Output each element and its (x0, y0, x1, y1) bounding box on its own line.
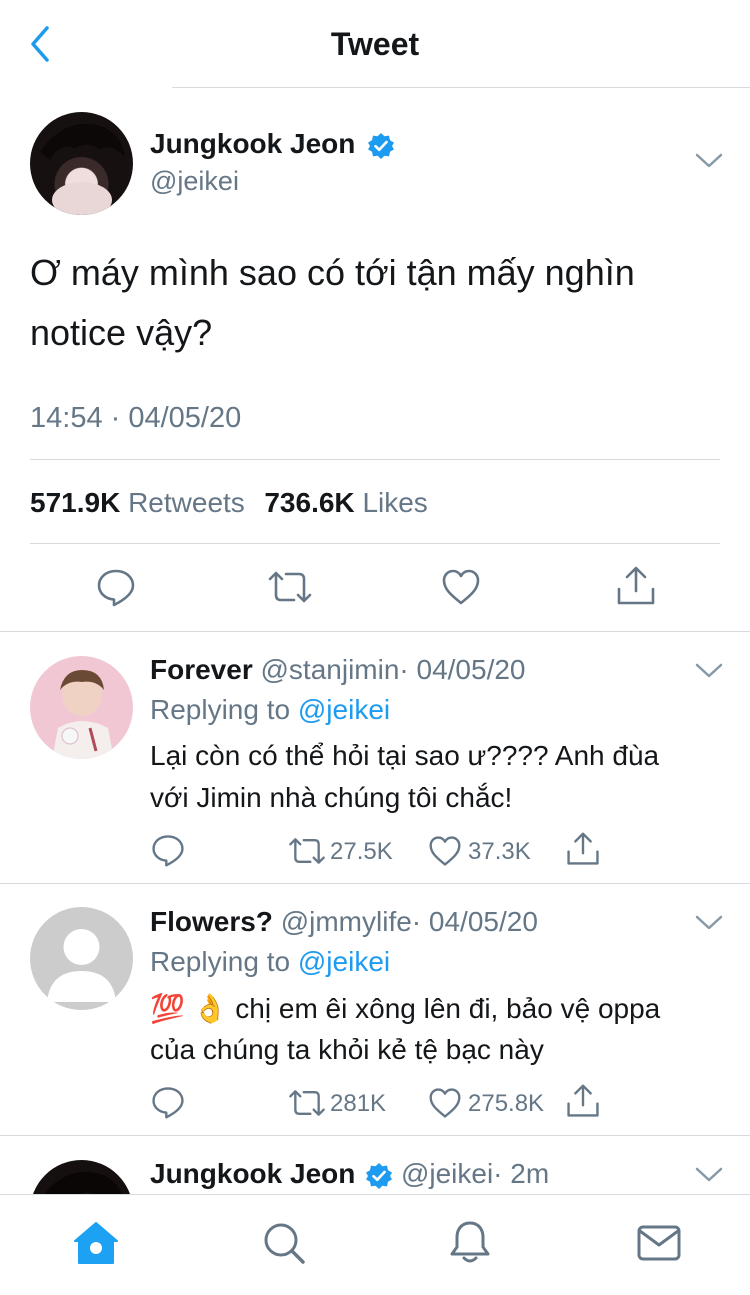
retweets-label[interactable]: Retweets (128, 487, 245, 518)
chevron-down-icon[interactable] (694, 662, 724, 680)
reply-text-line1: chị em êi xông lên đi, bảo vệ oppa (235, 993, 661, 1024)
reply-icon[interactable] (96, 567, 136, 607)
reply-icon[interactable] (151, 833, 185, 867)
verified-badge-icon (365, 1162, 393, 1190)
reply-author-handle[interactable]: @stanjimin (261, 654, 400, 685)
tweet-timestamp[interactable]: 14:54 · 04/05/20 (30, 402, 241, 435)
reply-date: · 04/05/20 (411, 906, 538, 937)
retweet-count: 27.5K (330, 838, 393, 865)
page-title: Tweet (330, 26, 420, 62)
home-icon[interactable] (73, 1221, 119, 1265)
verified-badge-icon (367, 132, 395, 160)
retweet-count: 281K (330, 1090, 387, 1117)
author-name[interactable]: Jungkook Jeon (150, 128, 355, 159)
reply-icon[interactable] (151, 1085, 185, 1119)
tab-bar (0, 1194, 750, 1295)
reply-text-line2: của chúng ta khỏi kẻ tệ bạc này (150, 1034, 544, 1065)
divider (30, 543, 720, 544)
like-icon[interactable] (428, 1087, 462, 1119)
default-avatar-icon[interactable] (30, 907, 133, 1010)
divider (0, 631, 750, 632)
tweet-stats: 571.9K Retweets 736.6K Likes (30, 487, 428, 519)
likes-count[interactable]: 736.6K (264, 487, 354, 518)
chevron-down-icon[interactable] (694, 914, 724, 932)
retweet-icon[interactable] (287, 1088, 327, 1118)
replying-to-handle[interactable]: @jeikei (298, 946, 390, 977)
like-count: 37.3K (468, 838, 531, 865)
share-icon[interactable] (616, 565, 656, 607)
retweet-icon[interactable] (266, 569, 314, 605)
like-icon[interactable] (441, 568, 481, 606)
divider (0, 883, 750, 884)
reply-author-name[interactable]: Jungkook Jeon (150, 1158, 355, 1189)
messages-icon[interactable] (637, 1225, 681, 1261)
reply-emoji: 💯 👌 (150, 993, 228, 1024)
author-handle[interactable]: @jeikei (150, 166, 239, 197)
tweet-text-line2: notice vậy? (30, 312, 213, 353)
likes-label[interactable]: Likes (362, 487, 427, 518)
share-icon[interactable] (566, 831, 600, 867)
reply-author-handle[interactable]: @jmmylife (281, 906, 412, 937)
like-icon[interactable] (428, 835, 462, 867)
avatar[interactable] (30, 656, 133, 759)
header-divider (172, 87, 750, 88)
replying-to-handle[interactable]: @jeikei (298, 694, 390, 725)
reply-author-handle[interactable]: @jeikei (401, 1158, 493, 1189)
reply-text-line1: Lại còn có thể hỏi tại sao ư???? Anh đùa (150, 740, 660, 771)
chevron-down-icon[interactable] (694, 152, 724, 170)
divider (30, 459, 720, 460)
retweets-count[interactable]: 571.9K (30, 487, 120, 518)
reply-text-line2: với Jimin nhà chúng tôi chắc! (150, 782, 513, 813)
reply-author-name[interactable]: Flowers? (150, 906, 273, 937)
reply-author-name[interactable]: Forever (150, 654, 253, 685)
avatar[interactable] (30, 112, 133, 215)
share-icon[interactable] (566, 1083, 600, 1119)
notifications-icon[interactable] (448, 1219, 492, 1265)
replying-to-label: Replying to (150, 694, 291, 725)
like-count: 275.8K (468, 1090, 545, 1117)
avatar[interactable] (30, 1160, 133, 1194)
reply-date: · 2m (493, 1158, 550, 1189)
reply-date: · 04/05/20 (399, 654, 526, 685)
tweet-text-line1: Ơ máy mình sao có tới tận mấy nghìn (30, 252, 635, 293)
retweet-icon[interactable] (287, 836, 327, 866)
chevron-down-icon[interactable] (694, 1166, 724, 1184)
reply-item[interactable]: Jungkook Jeon @jeikei· 2m (0, 1136, 750, 1194)
replying-to-label: Replying to (150, 946, 291, 977)
search-icon[interactable] (262, 1221, 306, 1265)
